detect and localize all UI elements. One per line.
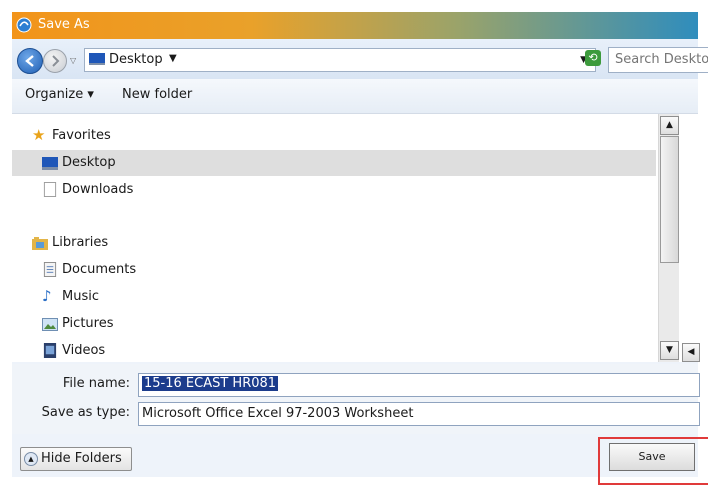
file-name-value: 15-16 ECAST HR081 [142,376,279,391]
nav-label: Pictures [62,316,114,331]
nav-group-libraries[interactable]: Libraries [12,230,656,256]
chevron-up-icon: ▲ [24,452,38,466]
nav-label: Downloads [62,182,134,197]
nav-group-favorites[interactable]: ★ Favorites [12,123,656,149]
hide-folders-button[interactable]: ▲ Hide Folders [20,447,132,471]
file-name-field[interactable]: 15-16 ECAST HR081 [138,373,700,397]
navigation-pane: ★ Favorites Desktop Downloads Libraries … [12,114,658,362]
nav-label: Libraries [52,235,109,250]
search-box[interactable] [608,47,708,73]
nav-item-documents[interactable]: Documents [12,257,656,283]
history-chevron-icon[interactable]: ▽ [70,56,76,65]
toolbar: Organize ▾ New folder [12,79,698,114]
nav-item-pictures[interactable]: Pictures [12,311,656,337]
nav-label: Documents [62,262,137,277]
desktop-icon [89,53,105,65]
scroll-up-icon[interactable]: ▲ [660,116,679,135]
back-arrow-icon [25,55,34,67]
nav-item-desktop[interactable]: Desktop [12,150,656,176]
scroll-thumb[interactable] [660,136,679,263]
nav-label: Music [62,289,99,304]
music-icon: ♪ [42,287,52,305]
vertical-scrollbar[interactable]: ▲ ▼ [658,114,679,362]
dialog-footer: ▲ Hide Folders Save [12,434,708,485]
organize-menu[interactable]: Organize ▾ [25,87,94,102]
save-as-dialog: ▽ Desktop ▼ ▼ ⟲ Organize ▾ New folder ★ … [12,39,708,485]
navigation-bar: ▽ Desktop ▼ ▼ ⟲ [12,39,708,79]
nav-item-videos[interactable]: Videos [12,338,656,362]
search-input[interactable] [609,48,708,71]
new-folder-button[interactable]: New folder [122,87,192,102]
videos-icon [43,343,57,358]
hide-folders-label: Hide Folders [41,451,122,466]
save-type-select[interactable]: Microsoft Office Excel 97-2003 Worksheet [138,402,700,426]
file-name-label: File name: [62,376,130,391]
save-type-value: Microsoft Office Excel 97-2003 Worksheet [142,406,414,421]
back-button[interactable] [17,48,43,74]
file-list-pane[interactable] [679,114,698,362]
nav-item-downloads[interactable]: Downloads [12,177,656,203]
nav-label: Desktop [62,155,116,170]
nav-label: Favorites [52,128,111,143]
address-text: Desktop [109,52,163,67]
address-bar[interactable]: Desktop ▼ ▼ [84,48,596,72]
desktop-icon [42,157,58,170]
star-icon: ★ [32,126,46,144]
refresh-icon[interactable]: ⟲ [585,50,601,66]
scroll-down-icon[interactable]: ▼ [660,341,679,360]
organize-label: Organize [25,87,84,102]
nav-item-music[interactable]: ♪ Music [12,284,656,310]
libraries-icon [32,237,48,250]
save-type-label: Save as type: [41,405,130,420]
app-icon [16,17,32,33]
window-title: Save As [38,17,90,32]
breadcrumb-chevron-icon[interactable]: ▼ [169,53,177,64]
nav-label: Videos [62,343,106,358]
title-bar[interactable]: Save As [12,12,698,39]
document-icon [43,182,57,197]
forward-button[interactable] [43,49,67,73]
documents-icon [43,262,57,277]
save-form: File name: 15-16 ECAST HR081 Save as typ… [12,364,700,434]
scroll-left-icon[interactable]: ◀ [682,343,700,362]
save-button[interactable]: Save [609,443,695,471]
pictures-icon [42,318,58,331]
forward-arrow-icon [52,55,60,67]
